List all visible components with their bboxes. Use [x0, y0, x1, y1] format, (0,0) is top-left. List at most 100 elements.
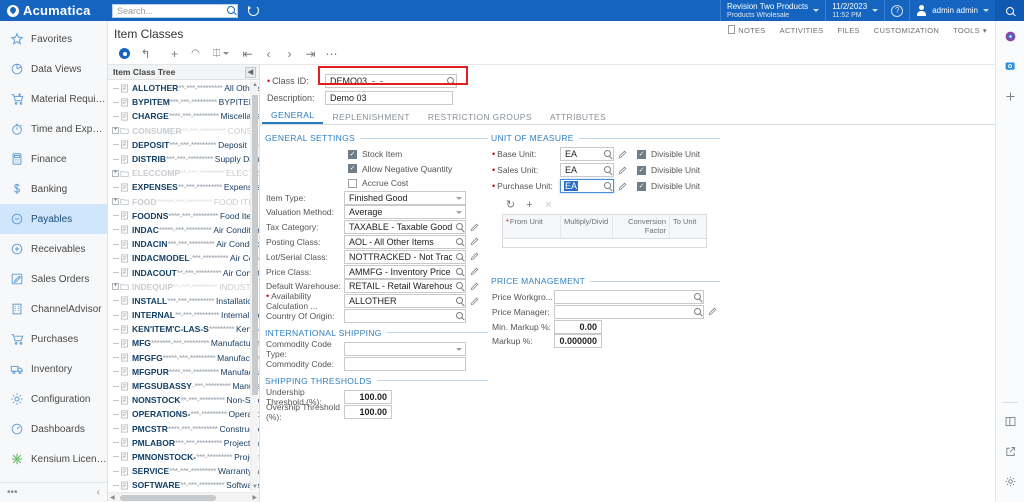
scroll-left-arrow[interactable]: ◀	[110, 494, 115, 501]
business-date-selector[interactable]: 11/2/2023 11:52 PM	[826, 0, 884, 21]
page-link-notes[interactable]: NOTES	[728, 25, 765, 35]
tree-item[interactable]: INTERNAL**-***-*********Internal Service	[108, 308, 259, 322]
tab-replenishment[interactable]: REPLENISHMENT	[323, 112, 418, 124]
sidebar-item-time-and-expenses[interactable]: Time and Expenses	[0, 114, 107, 144]
sidebar-item-banking[interactable]: Banking	[0, 174, 107, 204]
page-link-customization[interactable]: CUSTOMIZATION	[874, 26, 939, 35]
expand-toggle-icon[interactable]: +	[111, 127, 120, 135]
tree-item[interactable]: KEN'ITEM'C-LAS-S*********Ken Item Cla	[108, 322, 259, 336]
tree-item[interactable]: + INDEQUIP **-***-********* INDUSTR	[108, 280, 259, 294]
delete-button[interactable]: ◠	[185, 44, 206, 64]
grid-column-header-multiply-divid[interactable]: Multiply/Divid	[561, 215, 613, 238]
input-availability-calculation[interactable]	[344, 294, 466, 309]
field-control-sales-unit[interactable]	[560, 163, 614, 178]
save-button[interactable]	[114, 44, 135, 64]
add-widget-icon[interactable]	[996, 81, 1024, 111]
tree-item[interactable]: INDACMODEL-***-*********Air Conditioni	[108, 251, 259, 265]
tree-item[interactable]: DEPOSIT***-***-*********Deposit Item	[108, 138, 259, 152]
field-control-availability-calculation[interactable]	[344, 294, 466, 309]
description-field[interactable]	[325, 90, 453, 105]
tree-item[interactable]: NONSTOCK**-***-*********Non-Stock Ite	[108, 393, 259, 407]
field-control-purchase-unit[interactable]: EA	[560, 179, 614, 194]
input-price-workgro[interactable]	[554, 290, 704, 305]
divisible-unit-checkbox-wrap[interactable]: Divisible Unit	[637, 149, 700, 159]
tree-item[interactable]: FOODNS****-***-*********Food Item - No	[108, 209, 259, 223]
scroll-right-arrow[interactable]: ▶	[252, 494, 257, 501]
edit-pencil-icon[interactable]	[469, 235, 480, 248]
field-control-valuation-method[interactable]	[344, 205, 466, 220]
checkbox[interactable]	[348, 178, 357, 188]
tab-restriction-groups[interactable]: RESTRICTION GROUPS	[419, 112, 541, 124]
field-control-default-warehouse[interactable]	[344, 279, 466, 294]
tree-item[interactable]: MFGPUR****-***-*********Manufacturing	[108, 365, 259, 379]
expand-toggle-icon[interactable]: +	[111, 198, 120, 206]
tree-item[interactable]: EXPENSES **-***-********* Expenses	[108, 180, 259, 194]
checkbox[interactable]	[348, 164, 357, 173]
edit-pencil-icon[interactable]	[617, 180, 628, 193]
checkbox-stock-item[interactable]: Stock Item	[262, 147, 488, 161]
tree-vertical-scrollbar[interactable]: ▲ ▼	[250, 81, 258, 491]
checkbox[interactable]	[637, 165, 646, 175]
sidebar-item-inventory[interactable]: Inventory	[0, 354, 107, 384]
edit-pencil-icon[interactable]	[469, 295, 480, 308]
sidebar-collapse-button[interactable]: ‹	[97, 487, 100, 498]
sidebar-item-favorites[interactable]: Favorites	[0, 24, 107, 54]
input-sales-unit[interactable]	[560, 163, 614, 178]
grid-column-header-from-unit[interactable]: * From Unit	[503, 215, 561, 238]
field-control-commodity-code[interactable]	[344, 356, 466, 371]
chevron-down-icon[interactable]	[223, 52, 229, 55]
undo-button[interactable]: ↰	[135, 44, 156, 64]
input-valuation-method[interactable]	[344, 205, 466, 220]
collapse-left-icon[interactable]: ◀	[245, 66, 256, 78]
first-record-button[interactable]: ⇤	[237, 44, 258, 64]
tree-item[interactable]: MFGFG*****-***-*********Manufacturing F	[108, 351, 259, 365]
tree-item[interactable]: MFG*******-***-*********Manufacturing It…	[108, 336, 259, 350]
add-new-record-button[interactable]: +	[164, 44, 185, 64]
field-control-tax-category[interactable]	[344, 220, 466, 235]
sidebar-item-channeladvisor[interactable]: ChannelAdvisor	[0, 294, 107, 324]
sidebar-item-more-items[interactable]: More Items	[0, 474, 107, 482]
tree-item[interactable]: DISTRIB***-***-*********Supply Distribut…	[108, 152, 259, 166]
expand-toggle-icon[interactable]: +	[111, 283, 120, 291]
sidebar-item-kensium-license[interactable]: Kensium License	[0, 444, 107, 474]
acumatica-help-icon[interactable]	[996, 21, 1024, 51]
help-button[interactable]: ?	[885, 0, 909, 21]
tree-item[interactable]: ALLOTHER **-***-********* All Others	[108, 81, 259, 95]
checkbox[interactable]	[348, 149, 357, 159]
class-id-input[interactable]	[325, 73, 457, 88]
input-country-of-origin[interactable]	[344, 308, 466, 323]
input-lot-serial-class[interactable]	[344, 249, 466, 264]
search-input[interactable]	[112, 3, 238, 18]
global-search-box[interactable]	[112, 3, 238, 18]
tree-item[interactable]: INDACOUT**-***-*********Air Conditionin	[108, 265, 259, 279]
previous-record-button[interactable]: ‹	[258, 44, 279, 64]
sidebar-item-finance[interactable]: Finance	[0, 144, 107, 174]
edit-pencil-icon[interactable]	[617, 164, 628, 177]
edit-pencil-icon[interactable]	[617, 148, 628, 161]
field-control-price-workgro[interactable]	[554, 290, 704, 305]
tree-item[interactable]: PMNONSTOCK-***-*********Project non-	[108, 450, 259, 464]
brand-logo[interactable]: Acumatica	[0, 3, 108, 18]
chat-bot-icon[interactable]	[996, 51, 1024, 81]
field-control-min-markup[interactable]	[554, 319, 602, 334]
field-control-base-unit[interactable]	[560, 147, 614, 162]
input-min-markup[interactable]	[554, 319, 602, 334]
tree-item[interactable]: INDACIN***-***-*********Air Conditioning	[108, 237, 259, 251]
tree-item[interactable]: SERVICE***-***-*********Warranty and S	[108, 464, 259, 478]
input-default-warehouse[interactable]	[344, 279, 466, 294]
tree-horizontal-scrollbar[interactable]: ◀ ▶	[108, 492, 259, 502]
sidebar-item-material-requirem[interactable]: Material Requirem...	[0, 84, 107, 114]
tree-item[interactable]: PMLABOR***-***-*********Project Labor	[108, 436, 259, 450]
input-base-unit[interactable]	[560, 147, 614, 162]
tree-item[interactable]: SOFTWARE **-***-********* Software	[108, 478, 259, 492]
refresh-button[interactable]: ↻	[502, 197, 519, 212]
input-markup[interactable]	[554, 334, 602, 349]
input-posting-class[interactable]	[344, 234, 466, 249]
edit-pencil-icon[interactable]	[469, 265, 480, 278]
page-link-files[interactable]: FILES	[837, 26, 859, 35]
divisible-unit-checkbox-wrap[interactable]: Divisible Unit	[637, 181, 700, 191]
edit-pencil-icon[interactable]	[469, 280, 480, 293]
sidebar-item-sales-orders[interactable]: Sales Orders	[0, 264, 107, 294]
sidebar-item-receivables[interactable]: Receivables	[0, 234, 107, 264]
company-selector[interactable]: Revision Two Products Products Wholesale	[721, 0, 825, 21]
